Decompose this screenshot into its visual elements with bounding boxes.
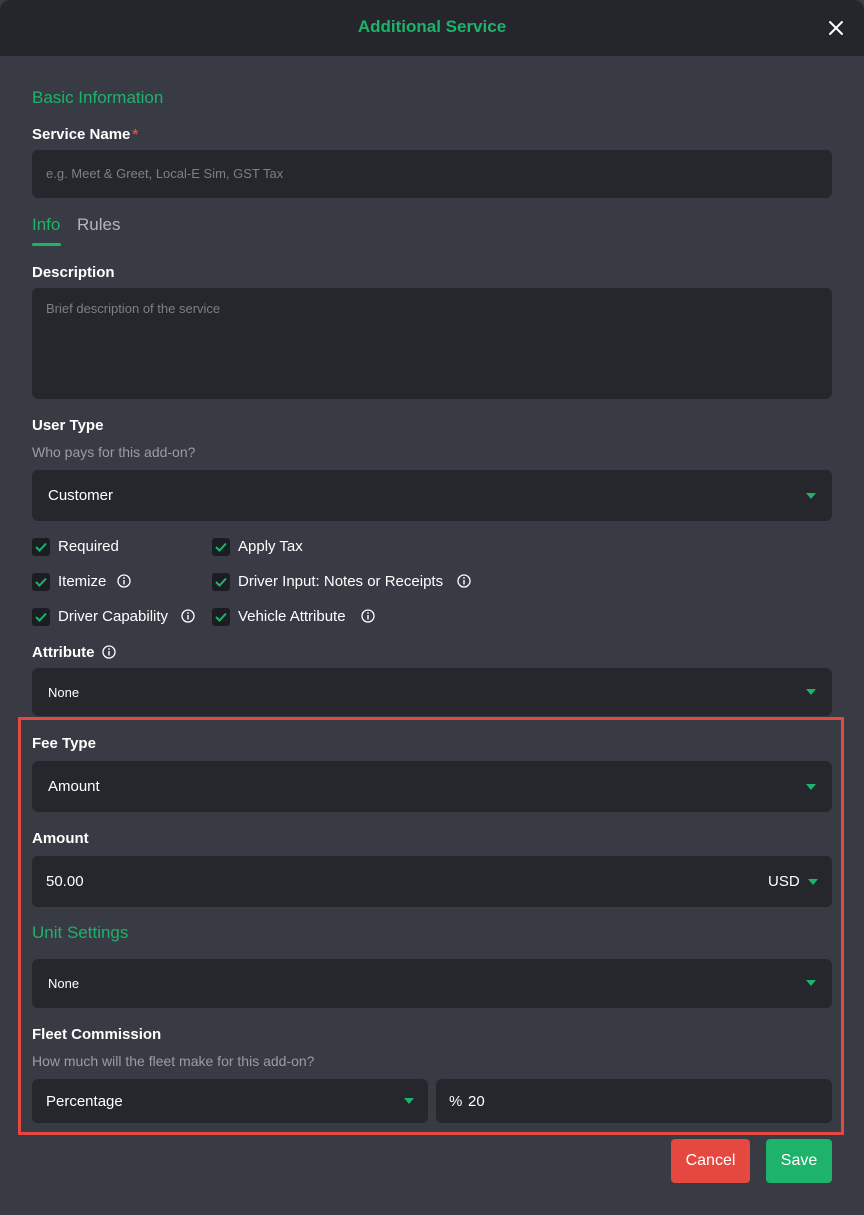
attribute-label: Attribute [32,644,95,661]
close-icon[interactable] [824,16,848,40]
info-icon[interactable] [117,574,131,588]
service-name-input[interactable]: e.g. Meet & Greet, Local-E Sim, GST Tax [32,150,832,198]
description-placeholder: Brief description of the service [46,301,221,316]
user-type-label: User Type [32,417,104,434]
additional-service-dialog: Additional Service Basic Information Ser… [0,0,864,1215]
driver-capability-label: Driver Capability [58,608,169,625]
cancel-button[interactable]: Cancel [671,1139,750,1183]
required-asterisk: * [132,126,139,143]
amount-value: 50.00 [46,873,84,890]
chevron-down-icon [806,784,816,790]
unit-settings-value: None [48,976,80,991]
chevron-down-icon [806,689,816,695]
driver-input-checkbox[interactable] [212,573,230,591]
chevron-down-icon [808,879,818,885]
chevron-down-icon [404,1098,414,1104]
commission-value: 20 [468,1093,485,1110]
description-label: Description [32,264,115,281]
service-name-label-text: Service Name [32,126,131,143]
dialog-title: Additional Service [357,17,507,36]
tab-info-underline [32,243,61,246]
amount-label: Amount [32,830,89,847]
fleet-commission-label: Fleet Commission [32,1026,162,1043]
driver-input-label: Driver Input: Notes or Receipts [238,573,444,590]
required-label: Required [58,538,119,555]
percent-prefix: % [449,1093,463,1110]
itemize-label: Itemize [58,573,107,590]
unit-settings-heading: Unit Settings [32,923,129,942]
currency-select[interactable]: USD [768,873,800,890]
info-icon[interactable] [102,645,116,659]
tab-info[interactable]: Info [32,215,60,235]
user-type-select[interactable]: Customer [32,470,832,521]
apply-tax-checkbox[interactable] [212,538,230,556]
info-icon[interactable] [181,609,195,623]
driver-capability-checkbox[interactable] [32,608,50,626]
chevron-down-icon [806,493,816,499]
attribute-value: None [48,685,80,700]
required-checkbox[interactable] [32,538,50,556]
unit-settings-select[interactable]: None [32,959,832,1008]
chevron-down-icon [806,980,816,986]
itemize-checkbox[interactable] [32,573,50,591]
vehicle-attribute-label: Vehicle Attribute [238,608,346,625]
vehicle-attribute-checkbox[interactable] [212,608,230,626]
commission-type-value: Percentage [46,1093,123,1110]
commission-value-input[interactable]: % 20 [436,1079,832,1123]
save-button[interactable]: Save [766,1139,832,1183]
commission-type-select[interactable]: Percentage [32,1079,428,1123]
tab-rules[interactable]: Rules [77,215,120,235]
fee-type-select[interactable]: Amount [32,761,832,812]
service-name-placeholder: e.g. Meet & Greet, Local-E Sim, GST Tax [46,166,284,181]
description-textarea[interactable]: Brief description of the service [32,288,832,399]
amount-input[interactable]: 50.00 USD [32,856,832,907]
fleet-commission-hint: How much will the fleet make for this ad… [32,1053,315,1069]
info-icon[interactable] [457,574,471,588]
attribute-select[interactable]: None [32,668,832,716]
service-name-label: Service Name * [32,126,138,143]
user-type-value: Customer [48,487,114,504]
dialog-header: Additional Service [0,0,864,56]
basic-information-heading: Basic Information [32,88,164,107]
apply-tax-label: Apply Tax [238,538,303,555]
fee-type-value: Amount [48,778,100,795]
fee-type-label: Fee Type [32,735,96,752]
info-icon[interactable] [361,609,375,623]
user-type-hint: Who pays for this add-on? [32,444,196,460]
